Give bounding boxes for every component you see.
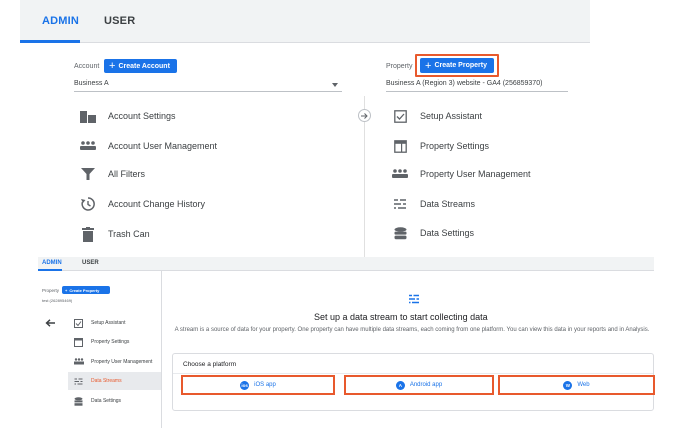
all-filters-label: All Filters	[108, 169, 146, 179]
property-user-management-label: Property User Management	[420, 169, 531, 179]
trash-icon	[80, 226, 96, 242]
data-streams-label: Data Streams	[420, 199, 476, 209]
sidebar-item-property-settings[interactable]: Property Settings	[74, 333, 129, 351]
data-streams-icon	[408, 293, 420, 305]
property-user-management-item[interactable]: Property User Management	[392, 159, 531, 189]
people-icon	[74, 357, 84, 367]
setup-assistant-label: Setup Assistant	[420, 111, 483, 121]
data-streams-item[interactable]: Data Streams	[392, 189, 475, 219]
data-streams-icon	[74, 377, 83, 386]
page-heading: Set up a data stream to start collecting…	[314, 312, 488, 322]
sidebar-item-label: Property Settings	[91, 339, 130, 345]
android-app-button[interactable]: A Android app	[344, 375, 494, 395]
sidebar-item-label: Setup Assistant	[91, 320, 126, 326]
tab-admin[interactable]: ADMIN	[42, 15, 79, 27]
create-property-highlight	[415, 54, 499, 77]
people-icon	[392, 166, 408, 182]
android-app-label: Android app	[409, 382, 443, 388]
back-arrow-icon[interactable]	[45, 319, 57, 327]
page-description: A stream is a source of data for your pr…	[174, 327, 650, 333]
property-label: Property	[386, 63, 413, 70]
ios-app-button[interactable]: ios iOS app	[181, 375, 335, 395]
sidebar-item-label: Data Streams	[91, 378, 122, 384]
web-globe-icon: W	[563, 380, 573, 390]
account-settings-icon	[80, 108, 96, 124]
ios-app-icon: ios	[240, 380, 250, 390]
sidebar-item-label: Property User Management	[91, 359, 153, 365]
android-icon: A	[395, 380, 405, 390]
active-tab-indicator	[20, 40, 80, 43]
sidebar-item-property-user-management[interactable]: Property User Management	[74, 353, 152, 371]
tab-user-small[interactable]: USER	[82, 260, 99, 266]
data-settings-label: Data Settings	[420, 228, 475, 238]
property-selected-value: Business A (Region 3) website - GA4 (256…	[386, 80, 543, 87]
web-label: Web	[577, 382, 590, 388]
sidebar-item-data-settings[interactable]: Data Settings	[74, 392, 121, 410]
sidebar-create-property-label: Create Property	[69, 287, 100, 293]
sidebar-create-property-button[interactable]: + Create Property	[62, 286, 110, 294]
trash-can-label: Trash Can	[108, 229, 150, 239]
plus-icon: +	[109, 60, 116, 72]
database-icon	[74, 396, 83, 406]
checkbox-icon	[74, 318, 83, 328]
data-streams-panel-bottom: ADMIN USER Property + Create Property te…	[0, 257, 694, 428]
admin-panel-top: ADMIN USER Account + Create Account Busi…	[0, 0, 694, 257]
card-divider	[173, 373, 653, 374]
create-account-label: Create Account	[118, 62, 170, 70]
arrow-right-icon	[358, 109, 371, 122]
plus-icon: +	[65, 287, 68, 293]
ios-app-label: iOS app	[254, 382, 276, 388]
tab-admin-small[interactable]: ADMIN	[42, 260, 62, 266]
sidebar-item-setup-assistant[interactable]: Setup Assistant	[74, 314, 125, 332]
history-icon	[80, 196, 96, 212]
filter-icon	[80, 166, 96, 182]
choose-platform-title: Choose a platform	[183, 361, 237, 368]
account-user-management-label: Account User Management	[108, 141, 218, 151]
account-selector[interactable]: Business A	[74, 78, 342, 92]
account-settings-item[interactable]: Account Settings	[80, 101, 176, 131]
account-settings-label: Account Settings	[108, 111, 176, 121]
setup-assistant-item[interactable]: Setup Assistant	[392, 101, 482, 131]
create-account-button[interactable]: + Create Account	[104, 59, 177, 73]
data-settings-item[interactable]: Data Settings	[392, 218, 474, 248]
web-button[interactable]: W Web	[498, 375, 655, 395]
sidebar-property-selected: test (262895469)	[42, 298, 73, 303]
property-settings-item[interactable]: Property Settings	[392, 131, 489, 161]
people-icon	[80, 138, 96, 154]
all-filters-item[interactable]: All Filters	[80, 159, 145, 189]
account-change-history-item[interactable]: Account Change History	[80, 189, 205, 219]
property-settings-icon	[74, 337, 83, 347]
tab-user[interactable]: USER	[104, 15, 135, 27]
sidebar-property-label: Property	[42, 288, 60, 293]
admin-tab-bar: ADMIN USER	[20, 0, 590, 43]
dropdown-arrow-icon	[332, 83, 338, 87]
property-settings-icon	[392, 138, 408, 154]
sidebar-item-label: Data Settings	[91, 398, 122, 404]
account-user-management-item[interactable]: Account User Management	[80, 131, 217, 161]
account-change-history-label: Account Change History	[108, 199, 206, 209]
checkbox-icon	[392, 108, 408, 124]
data-streams-icon	[392, 196, 408, 212]
account-label: Account	[74, 63, 100, 70]
account-selected-value: Business A	[74, 80, 109, 87]
property-selector[interactable]: Business A (Region 3) website - GA4 (256…	[386, 78, 568, 92]
admin-tab-bar-small: ADMIN USER	[38, 257, 654, 271]
property-settings-label: Property Settings	[420, 141, 490, 151]
database-icon	[392, 225, 408, 241]
sidebar-item-data-streams[interactable]: Data Streams	[74, 372, 122, 390]
trash-can-item[interactable]: Trash Can	[80, 219, 150, 249]
